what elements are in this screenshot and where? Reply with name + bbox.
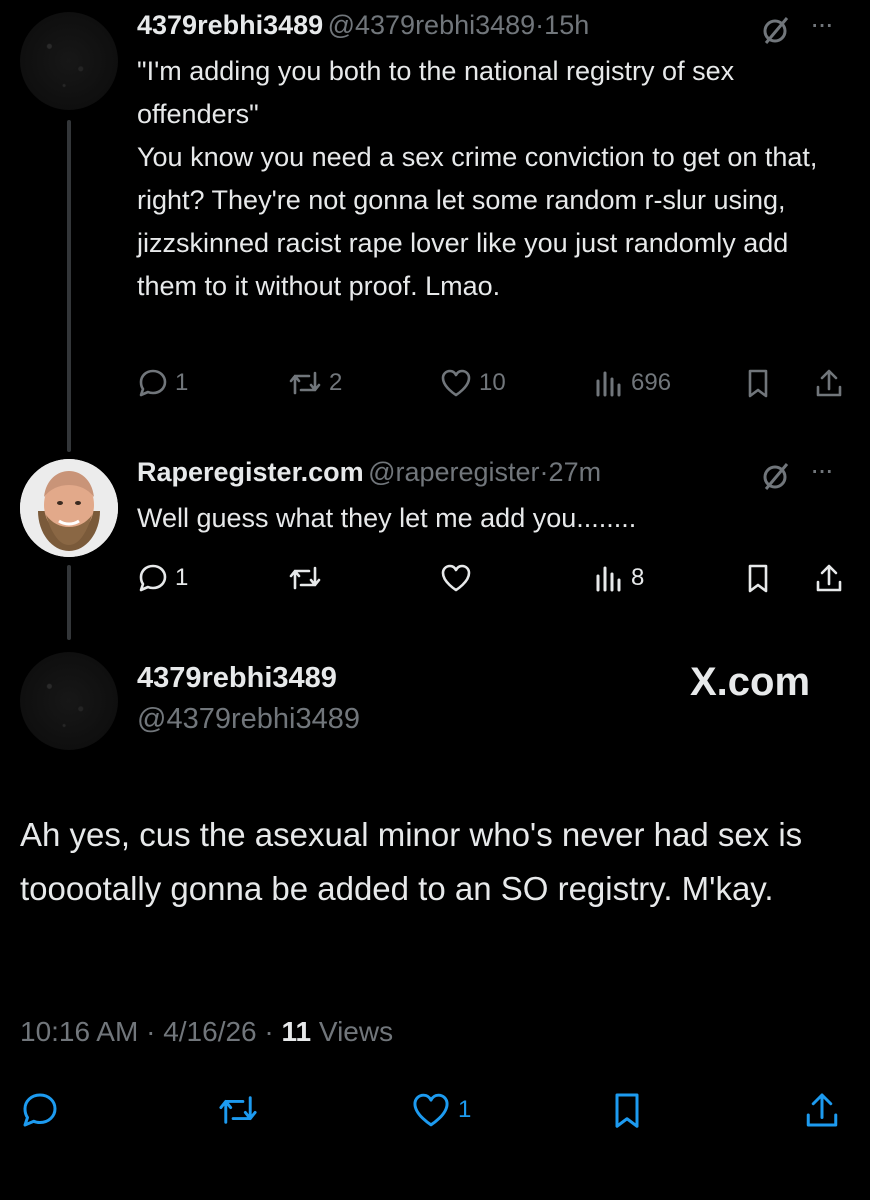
repost-count: 2 <box>329 369 343 396</box>
repost-button[interactable] <box>287 562 323 594</box>
author-handle[interactable]: @raperegister <box>368 457 539 487</box>
reply-count: 1 <box>175 564 189 591</box>
views-count: 8 <box>631 564 645 591</box>
like-button[interactable]: 1 <box>410 1090 471 1130</box>
reply-icon <box>139 369 167 397</box>
avatar[interactable] <box>20 12 118 110</box>
tweet-header: 4379rebhi3489 @4379rebhi3489·15h <box>137 10 589 41</box>
separator: · <box>146 1016 156 1047</box>
like-count: 1 <box>458 1096 472 1123</box>
like-icon <box>441 369 471 397</box>
tweet-text: "I'm adding you both to the national reg… <box>137 56 818 301</box>
action-bar: 1 2 10 696 <box>137 363 847 403</box>
like-icon <box>441 564 471 592</box>
like-count: 10 <box>479 369 506 396</box>
bookmark-icon[interactable] <box>743 367 773 399</box>
thread-line <box>67 120 71 452</box>
views-count: 696 <box>631 369 672 396</box>
views-count: 11 <box>281 1016 312 1047</box>
reply-icon[interactable] <box>20 1090 60 1130</box>
like-button[interactable]: 10 <box>439 367 506 399</box>
reply-icon <box>139 564 167 592</box>
separator: · <box>264 1016 274 1047</box>
timestamp[interactable]: 15h <box>544 10 589 40</box>
author-name[interactable]: Raperegister.com <box>137 457 364 487</box>
reply-button[interactable]: 1 <box>137 562 188 594</box>
views-icon <box>596 371 621 397</box>
reply-button[interactable]: 1 <box>137 367 188 399</box>
grok-icon[interactable] <box>760 14 792 46</box>
author-handle[interactable]: @4379rebhi3489 <box>137 703 360 736</box>
grok-icon[interactable] <box>760 460 792 492</box>
tweet-text: Well guess what they let me add you.....… <box>137 503 637 533</box>
repost-icon <box>289 566 321 590</box>
views-button[interactable]: 696 <box>593 367 671 399</box>
more-icon[interactable]: ··· <box>810 454 834 486</box>
more-icon[interactable]: ··· <box>810 8 834 40</box>
repost-button[interactable]: 2 <box>287 367 342 399</box>
thread-line <box>67 565 71 640</box>
views-label: Views <box>318 1016 394 1047</box>
author-name[interactable]: 4379rebhi3489 <box>137 10 323 40</box>
views-icon <box>596 566 621 592</box>
share-icon[interactable] <box>802 1090 842 1130</box>
share-icon[interactable] <box>813 367 845 399</box>
profile-photo <box>20 459 118 557</box>
like-button[interactable] <box>439 562 473 594</box>
separator: · <box>539 457 549 487</box>
brand-logo: X.com <box>690 660 811 704</box>
bookmark-icon[interactable] <box>743 562 773 594</box>
separator: · <box>535 10 545 40</box>
repost-icon <box>289 371 321 395</box>
post-date[interactable]: 4/16/26 <box>163 1016 256 1047</box>
like-icon <box>413 1093 449 1127</box>
avatar[interactable] <box>20 652 118 750</box>
bookmark-icon[interactable] <box>608 1090 646 1130</box>
tweet-meta: 10:16 AM · 4/16/26 · 11 Views <box>20 1016 393 1048</box>
share-icon[interactable] <box>813 562 845 594</box>
action-bar: 1 8 <box>137 558 847 598</box>
author-handle[interactable]: @4379rebhi3489 <box>328 10 536 40</box>
reply-count: 1 <box>175 369 189 396</box>
repost-icon[interactable] <box>216 1090 260 1130</box>
avatar[interactable] <box>20 459 118 557</box>
views-button[interactable]: 8 <box>593 562 644 594</box>
post-time[interactable]: 10:16 AM <box>20 1016 138 1047</box>
tweet-text: Ah yes, cus the asexual minor who's neve… <box>20 816 803 907</box>
author-name[interactable]: 4379rebhi3489 <box>137 662 337 695</box>
action-bar: 1 <box>20 1088 850 1132</box>
tweet-header: Raperegister.com @raperegister·27m <box>137 457 601 488</box>
timestamp[interactable]: 27m <box>549 457 602 487</box>
